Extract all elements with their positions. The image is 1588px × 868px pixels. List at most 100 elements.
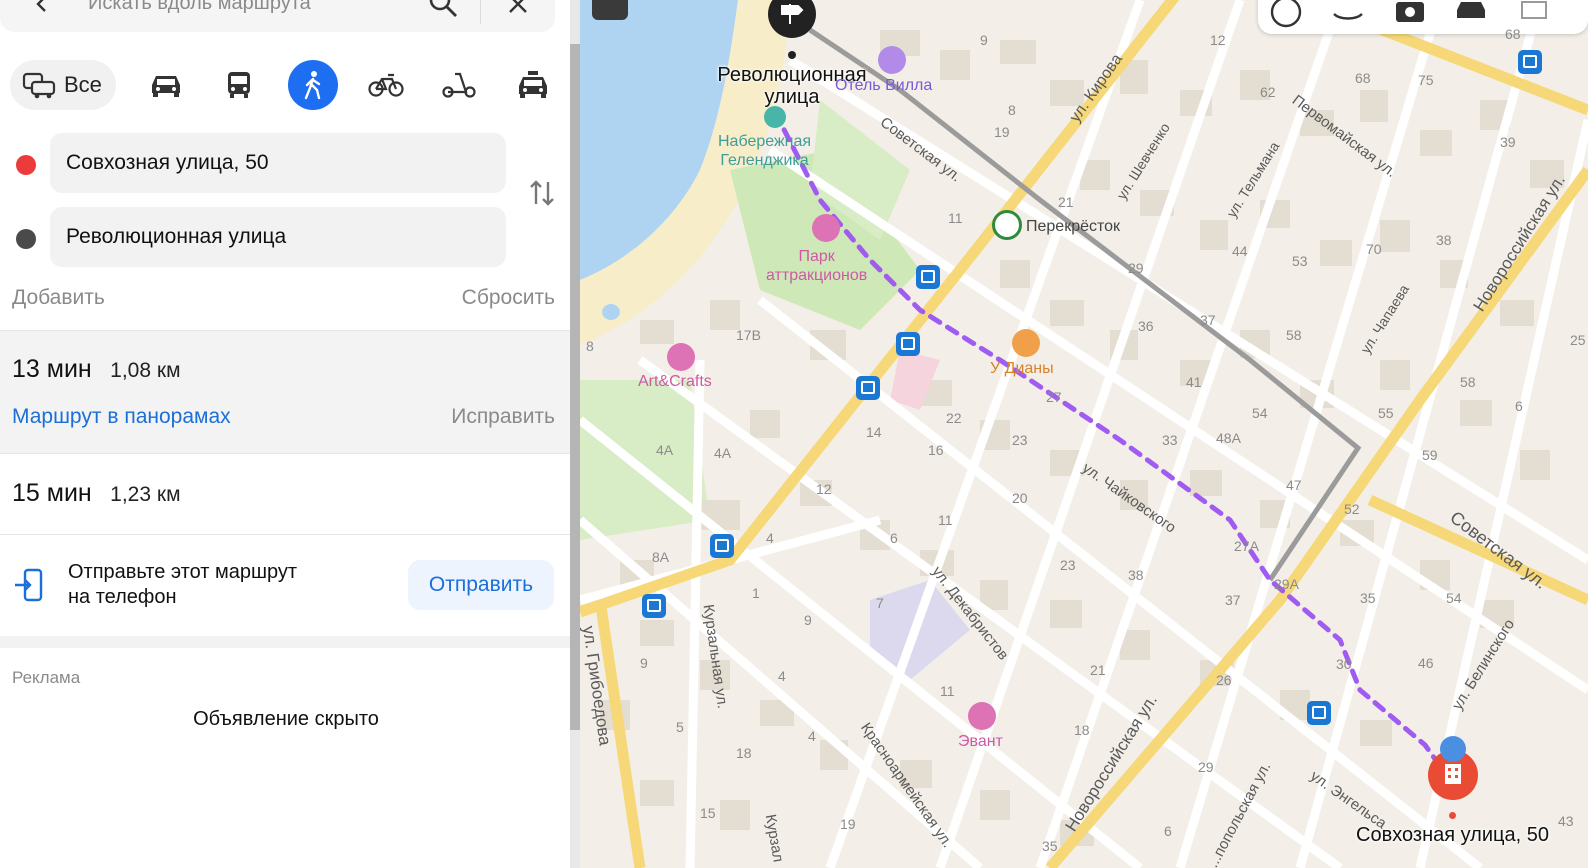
house-number: 22 [946,410,962,426]
house-number: 21 [1058,194,1074,210]
traffic-icon[interactable] [1330,0,1366,30]
ad-hidden-text: Объявление скрыто [193,708,379,730]
house-number: 59 [1422,447,1438,463]
bus-stop-icon[interactable] [856,376,880,400]
bus-stop-icon[interactable] [1307,701,1331,725]
house-number: 6 [1164,823,1172,839]
send-to-phone-text: Отправьте этот маршрут на телефон [68,560,297,610]
route-fix-link[interactable]: Исправить [451,405,555,429]
route-2-time: 15 мин [12,479,92,507]
hotel2-icon[interactable] [1440,736,1466,762]
poi-perekrestok[interactable]: Перекрёсток [1026,217,1120,236]
house-number: 30 [1336,656,1352,672]
route-2-distance: 1,23 км [110,483,181,506]
house-number: 62 [1260,84,1276,100]
art-crafts-icon[interactable] [667,343,695,371]
mode-pedestrian-button[interactable] [288,60,338,110]
house-number: 9 [980,32,988,48]
house-number: 4 [766,530,774,546]
search-divider [480,0,481,24]
map-toolbar [1258,0,1588,34]
mode-bicycle-button[interactable] [361,60,411,110]
park-icon[interactable] [812,214,840,242]
mode-taxi-button[interactable] [508,60,558,110]
evant-icon[interactable] [968,702,996,730]
route-option-1[interactable]: 13 мин 1,08 км Маршрут в панорамах Испра… [0,330,572,454]
house-number: 7 [876,595,884,611]
hotel-icon[interactable] [878,46,906,74]
bus-stop-icon[interactable] [642,594,666,618]
house-number: 43 [1558,813,1574,829]
pond [602,304,620,320]
poi-evant[interactable]: Эвант [958,732,1003,751]
embankment-icon[interactable] [764,106,786,128]
route-panorama-link[interactable]: Маршрут в панорамах [12,405,231,429]
reset-route-link[interactable]: Сбросить [462,286,555,310]
house-number: 11 [938,512,953,528]
house-number: 4 [808,728,816,744]
bus-stop-icon[interactable] [1518,50,1542,74]
bus-stop-icon[interactable] [896,332,920,356]
route-search-bar[interactable]: Искать вдоль маршрута [0,0,555,32]
house-number: 35 [1360,590,1376,606]
map-view[interactable]: Революционная улица Совхозная улица, 50 … [580,0,1588,868]
poi-embankment[interactable]: Набережная Геленджика [718,132,811,170]
house-number: 35 [1042,838,1058,854]
poi-art-crafts[interactable]: Art&Crafts [638,372,712,391]
route-option-2[interactable]: 15 мин 1,23 км [0,455,572,535]
back-arrow-icon[interactable] [32,0,52,14]
mode-bus-button[interactable] [214,60,264,110]
ruler-icon[interactable] [1516,0,1552,30]
route-point-from: Совхозная улица, 50 [12,133,572,193]
house-number: 53 [1292,253,1308,269]
search-icon[interactable] [426,0,460,20]
poi-hotel-villa[interactable]: Отель Вилла [835,76,932,95]
house-number: 9 [804,612,812,628]
house-number: 36 [1138,318,1154,334]
house-number: 33 [1162,432,1178,448]
house-number: 39 [1500,134,1516,150]
mode-all-button[interactable]: Все [10,60,116,110]
bus-stop-icon[interactable] [710,534,734,558]
ad-label: Реклама [12,668,81,687]
house-number: 29А [1274,576,1299,592]
add-point-link[interactable]: Добавить [12,286,105,309]
mode-all-label: Все [64,72,102,97]
panel-scrollbar[interactable] [570,0,580,868]
bus-stop-icon[interactable] [916,265,940,289]
house-number: 18 [736,745,752,761]
close-icon[interactable] [506,0,530,16]
send-to-phone-row: Отправьте этот маршрут на телефон Отправ… [0,536,572,636]
car-sharing-icon[interactable] [1454,0,1490,30]
to-address-field[interactable]: Революционная улица [50,207,506,267]
supermarket-icon[interactable] [992,210,1022,240]
from-address-field[interactable]: Совхозная улица, 50 [50,133,506,193]
house-number: 58 [1286,327,1302,343]
taxi-icon [519,71,547,98]
house-number: 11 [948,210,963,226]
house-number: 19 [994,124,1010,140]
send-to-phone-icon [15,568,43,602]
panorama-icon[interactable] [1392,0,1428,30]
house-number: 21 [1090,662,1106,678]
route-start-pin[interactable] [768,0,816,38]
house-number: 17В [736,327,761,343]
house-number: 46 [1418,655,1434,671]
house-number: 25 [1570,332,1586,348]
car-bus-icon [22,72,56,99]
house-number: 55 [1378,405,1394,421]
send-button[interactable]: Отправить [408,560,554,610]
scrollbar-thumb[interactable] [570,44,580,730]
cafe-icon[interactable] [1012,329,1040,357]
collapse-panel-button[interactable] [592,0,628,20]
poi-diana[interactable]: У Дианы [990,359,1054,378]
swap-points-icon[interactable] [528,178,556,208]
route-search-input[interactable]: Искать вдоль маршрута [88,0,311,15]
send-text-line1: Отправьте этот маршрут [68,561,298,583]
end-point-marker [1449,812,1456,819]
poi-park[interactable]: Парк аттракционов [766,247,867,285]
embankment-line1: Набережная [718,133,812,150]
layers-icon[interactable] [1268,0,1304,30]
mode-car-button[interactable] [141,60,191,110]
mode-scooter-button[interactable] [434,60,484,110]
